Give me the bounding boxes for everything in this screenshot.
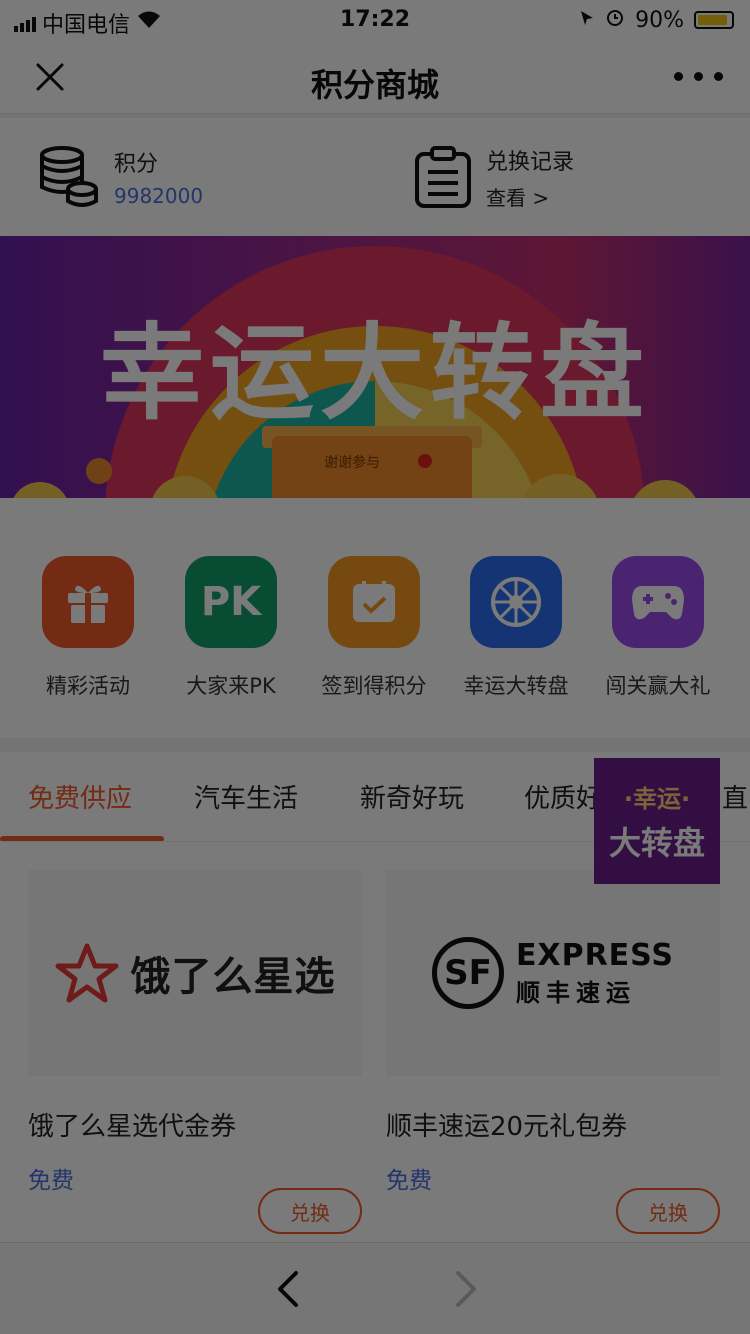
records-label: 兑换记录 bbox=[486, 149, 575, 175]
product-card[interactable]: 饿了么星选 饿了么星选代金券 免费 兑换 bbox=[28, 870, 362, 1234]
category-label: 大家来PK bbox=[186, 674, 276, 698]
tab-free-supply[interactable]: 免费供应 bbox=[28, 778, 132, 815]
banner-decor bbox=[10, 482, 70, 498]
chevron-left-icon bbox=[278, 1271, 298, 1307]
product-image: 饿了么星选 bbox=[28, 870, 362, 1076]
category-label: 签到得积分 bbox=[321, 674, 427, 698]
status-bar: 中国电信 17:22 90% bbox=[0, 0, 750, 40]
lucky-wheel-float-badge[interactable]: ·幸运· 大转盘 bbox=[594, 758, 720, 884]
category-pk[interactable]: PK 大家来PK bbox=[161, 556, 301, 700]
more-button[interactable] bbox=[674, 60, 723, 92]
banner-title: 幸运大转盘 bbox=[99, 312, 650, 434]
chevron-right-icon bbox=[456, 1271, 476, 1307]
exchange-records[interactable]: 兑换记录 查看 > bbox=[414, 142, 574, 212]
product-name: 顺丰速运20元礼包券 bbox=[386, 1112, 628, 1142]
star-logo-icon bbox=[55, 943, 118, 1003]
product-logo-text: EXPRESS 顺丰速运 bbox=[516, 938, 674, 1008]
category-activities[interactable]: 精彩活动 bbox=[18, 556, 158, 700]
status-right: 90% bbox=[579, 7, 734, 33]
product-name: 饿了么星选代金券 bbox=[28, 1112, 237, 1142]
lucky-wheel-banner[interactable]: 谢谢参与 幸运大转盘 bbox=[0, 236, 750, 498]
wheel-icon bbox=[470, 556, 562, 648]
points-mall-page: 中国电信 17:22 90% 积分商城 积分 9982000 兑换记录 查看 >… bbox=[0, 0, 750, 1334]
points-summary: 积分 9982000 兑换记录 查看 > bbox=[0, 118, 750, 236]
banner-decor bbox=[86, 458, 112, 484]
nav-bar: 积分商城 bbox=[0, 40, 750, 114]
category-lucky-wheel[interactable]: 幸运大转盘 bbox=[446, 556, 586, 700]
pk-icon: PK bbox=[185, 556, 277, 648]
location-icon bbox=[579, 8, 595, 33]
points-balance: 积分 9982000 bbox=[38, 142, 203, 212]
product-logo-text: 饿了么星选 bbox=[130, 954, 336, 1000]
more-icon bbox=[674, 71, 723, 81]
page-title: 积分商城 bbox=[310, 66, 439, 104]
badge-line1: ·幸运· bbox=[623, 784, 691, 813]
gift-icon bbox=[42, 556, 134, 648]
checkin-icon bbox=[328, 556, 420, 648]
records-link[interactable]: 查看 > bbox=[486, 182, 574, 211]
category-label: 精彩活动 bbox=[46, 674, 130, 698]
back-button[interactable] bbox=[266, 1267, 310, 1311]
product-grid: 饿了么星选 饿了么星选代金券 免费 兑换 SF EXPRESS 顺丰速运 顺丰速… bbox=[0, 842, 750, 1242]
category-label: 闯关赢大礼 bbox=[605, 674, 711, 698]
alarm-icon bbox=[605, 7, 625, 33]
badge-line2: 大转盘 bbox=[608, 823, 705, 862]
category-checkin[interactable]: 签到得积分 bbox=[304, 556, 444, 700]
category-challenge[interactable]: 闯关赢大礼 bbox=[588, 556, 728, 700]
clipboard-icon bbox=[415, 146, 471, 208]
tab-more[interactable]: 直 bbox=[722, 778, 748, 815]
tab-novelty[interactable]: 新奇好玩 bbox=[360, 778, 464, 815]
points-label: 积分 bbox=[114, 152, 159, 177]
bottom-toolbar bbox=[0, 1242, 750, 1334]
exchange-button[interactable]: 兑换 bbox=[258, 1188, 362, 1234]
battery-percent: 90% bbox=[635, 7, 684, 33]
points-value: 9982000 bbox=[114, 184, 204, 208]
sf-logo-icon: SF bbox=[431, 937, 504, 1009]
coins-icon bbox=[40, 146, 98, 207]
tab-quality[interactable]: 优质好 bbox=[524, 778, 602, 815]
gamepad-icon bbox=[612, 556, 704, 648]
product-logo-line2: 顺丰速运 bbox=[515, 979, 636, 1007]
battery-icon bbox=[694, 11, 734, 29]
gift-dot bbox=[418, 454, 432, 468]
product-card[interactable]: SF EXPRESS 顺丰速运 顺丰速运20元礼包券 免费 兑换 bbox=[386, 870, 720, 1234]
category-row: 精彩活动 PK 大家来PK 签到得积分 幸运大转盘 闯关赢大礼 bbox=[0, 498, 750, 738]
forward-button[interactable] bbox=[444, 1267, 488, 1311]
gift-label: 谢谢参与 bbox=[324, 455, 380, 471]
exchange-button[interactable]: 兑换 bbox=[616, 1188, 720, 1234]
category-label: 幸运大转盘 bbox=[463, 674, 569, 698]
product-image: SF EXPRESS 顺丰速运 bbox=[386, 870, 720, 1076]
tab-car-life[interactable]: 汽车生活 bbox=[194, 778, 298, 815]
product-logo-line1: EXPRESS bbox=[515, 938, 675, 973]
